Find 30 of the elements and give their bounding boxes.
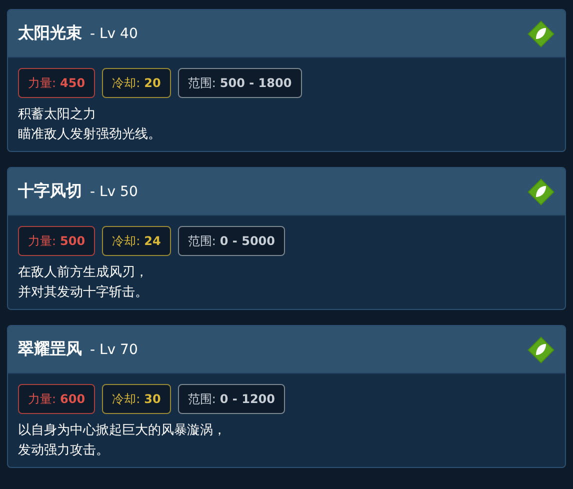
stat-label: 力量: <box>28 232 56 250</box>
description-line: 在敌人前方生成风刃， <box>18 264 149 281</box>
stat-label: 范围: <box>188 390 216 408</box>
skill-name: 太阳光束 <box>18 23 82 44</box>
description-line: 发动强力攻击。 <box>18 442 110 459</box>
stat-label: 冷却: <box>112 390 140 408</box>
stat-label: 冷却: <box>112 74 140 92</box>
stat-value: 500 <box>60 234 86 248</box>
stat-value: 24 <box>144 234 161 248</box>
stat-value: 450 <box>60 76 86 90</box>
stat-value: 20 <box>144 76 161 90</box>
skill-level: - Lv 70 <box>90 342 139 358</box>
skill-name: 翠耀罡风 <box>18 339 82 360</box>
stat-label: 范围: <box>188 232 216 250</box>
stat-value: 500 - 1800 <box>220 76 292 90</box>
stat-value: 30 <box>144 392 161 406</box>
skill-level: - Lv 50 <box>90 184 139 200</box>
skill-name: 十字风切 <box>18 181 82 202</box>
stat-value: 0 - 1200 <box>220 392 275 406</box>
stat-value: 0 - 5000 <box>220 234 275 248</box>
stat-label: 范围: <box>188 74 216 92</box>
description-line: 并对其发动十字斩击。 <box>18 284 149 301</box>
description-line: 以自身为中心掀起巨大的风暴漩涡， <box>18 422 227 439</box>
skill-level: - Lv 40 <box>90 26 139 42</box>
description-line: 积蓄太阳之力 <box>18 106 97 123</box>
stat-label: 冷却: <box>112 232 140 250</box>
stat-label: 力量: <box>28 74 56 92</box>
stat-value: 600 <box>60 392 86 406</box>
description-line: 瞄准敌人发射强劲光线。 <box>18 126 162 143</box>
stat-label: 力量: <box>28 390 56 408</box>
